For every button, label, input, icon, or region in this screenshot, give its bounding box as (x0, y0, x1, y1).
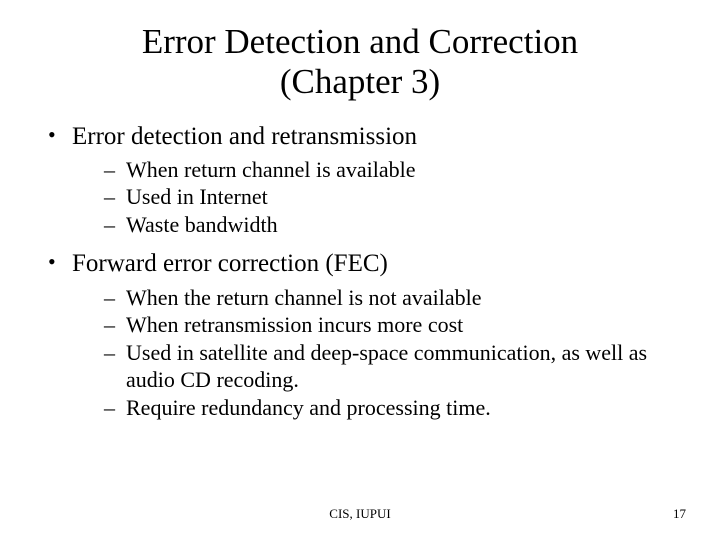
sub-bullet-text: Waste bandwidth (126, 212, 278, 237)
sub-bullet-item: Require redundancy and processing time. (104, 394, 676, 422)
bullet-item: Error detection and retransmission When … (44, 121, 676, 239)
sub-bullet-text: Used in satellite and deep-space communi… (126, 340, 647, 393)
sub-bullet-text: When retransmission incurs more cost (126, 312, 463, 337)
slide: Error Detection and Correction (Chapter … (0, 0, 720, 540)
footer-center: CIS, IUPUI (0, 506, 720, 522)
bullet-item: Forward error correction (FEC) When the … (44, 248, 676, 421)
bullet-text: Error detection and retransmission (72, 123, 417, 150)
sub-bullet-item: Used in satellite and deep-space communi… (104, 339, 676, 394)
bullet-text: Forward error correction (FEC) (72, 250, 388, 277)
slide-body: Error detection and retransmission When … (0, 103, 720, 422)
sub-bullet-item: When retransmission incurs more cost (104, 311, 676, 339)
slide-title: Error Detection and Correction (Chapter … (0, 0, 720, 103)
sub-bullet-item: When the return channel is not available (104, 284, 676, 312)
title-line-2: (Chapter 3) (280, 62, 440, 101)
sub-bullet-list: When return channel is available Used in… (72, 156, 676, 239)
bullet-list: Error detection and retransmission When … (44, 121, 676, 422)
sub-bullet-list: When the return channel is not available… (72, 284, 676, 422)
page-number: 17 (673, 506, 686, 522)
sub-bullet-item: Waste bandwidth (104, 211, 676, 239)
sub-bullet-text: Require redundancy and processing time. (126, 395, 491, 420)
sub-bullet-text: When the return channel is not available (126, 285, 482, 310)
sub-bullet-text: Used in Internet (126, 184, 268, 209)
sub-bullet-item: Used in Internet (104, 183, 676, 211)
sub-bullet-text: When return channel is available (126, 157, 416, 182)
sub-bullet-item: When return channel is available (104, 156, 676, 184)
title-line-1: Error Detection and Correction (142, 22, 578, 61)
